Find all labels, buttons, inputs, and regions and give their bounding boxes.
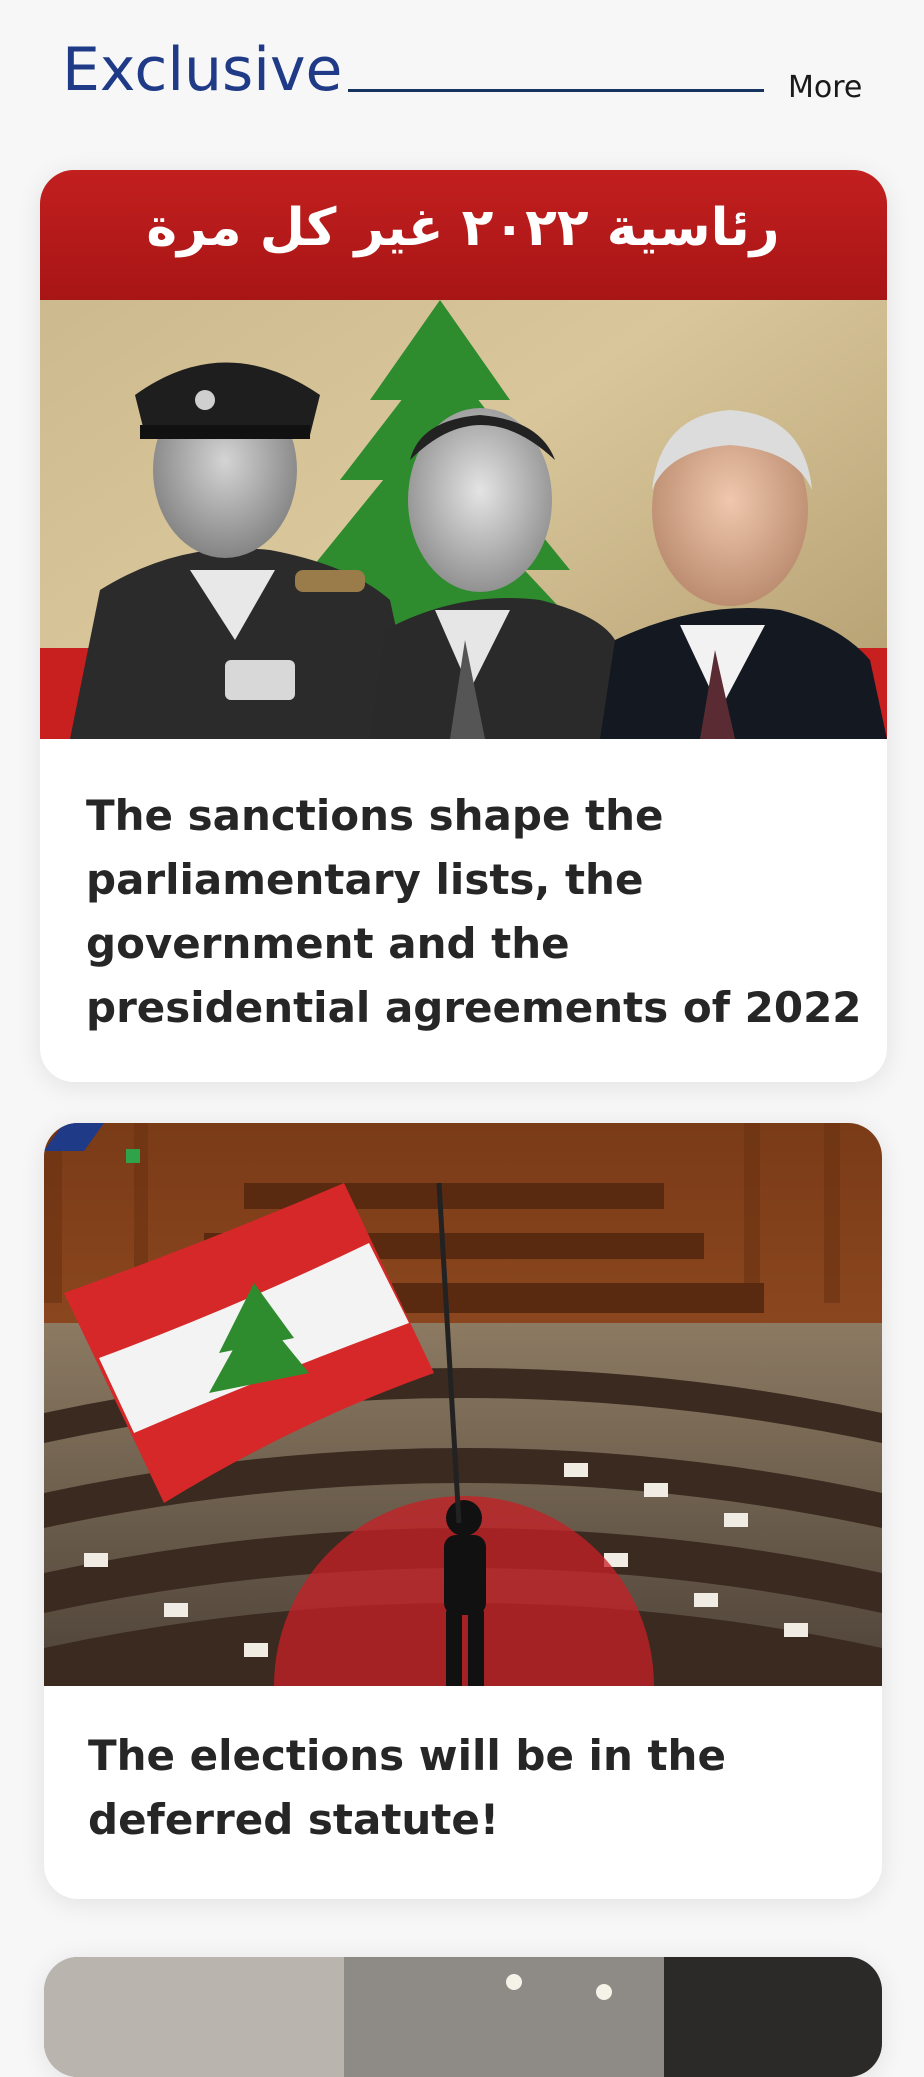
header-divider: [348, 89, 764, 92]
article-headline[interactable]: The sanctions shape the parliamentary li…: [86, 784, 866, 1040]
article-card[interactable]: The elections will be in the deferred st…: [44, 1123, 882, 1899]
article-image[interactable]: [44, 1123, 882, 1686]
article-card[interactable]: رئاسية ٢٠٢٢ غير كل مرة The sanctions sha…: [40, 170, 887, 1082]
article-image[interactable]: [44, 1957, 882, 2077]
more-link[interactable]: More: [788, 68, 862, 108]
parliament-photo-illustration: [44, 1123, 882, 1686]
image-overlay-text: رئاسية ٢٠٢٢ غير كل مرة: [146, 198, 779, 258]
presidents-portrait-illustration: رئاسية ٢٠٢٢ غير كل مرة: [40, 170, 887, 739]
section-title: Exclusive: [62, 35, 343, 105]
interior-photo-illustration: [44, 1957, 882, 2077]
article-headline[interactable]: The elections will be in the deferred st…: [88, 1724, 848, 1852]
article-image[interactable]: رئاسية ٢٠٢٢ غير كل مرة: [40, 170, 887, 739]
article-card[interactable]: [44, 1957, 882, 2077]
section-header: Exclusive More: [0, 0, 924, 140]
